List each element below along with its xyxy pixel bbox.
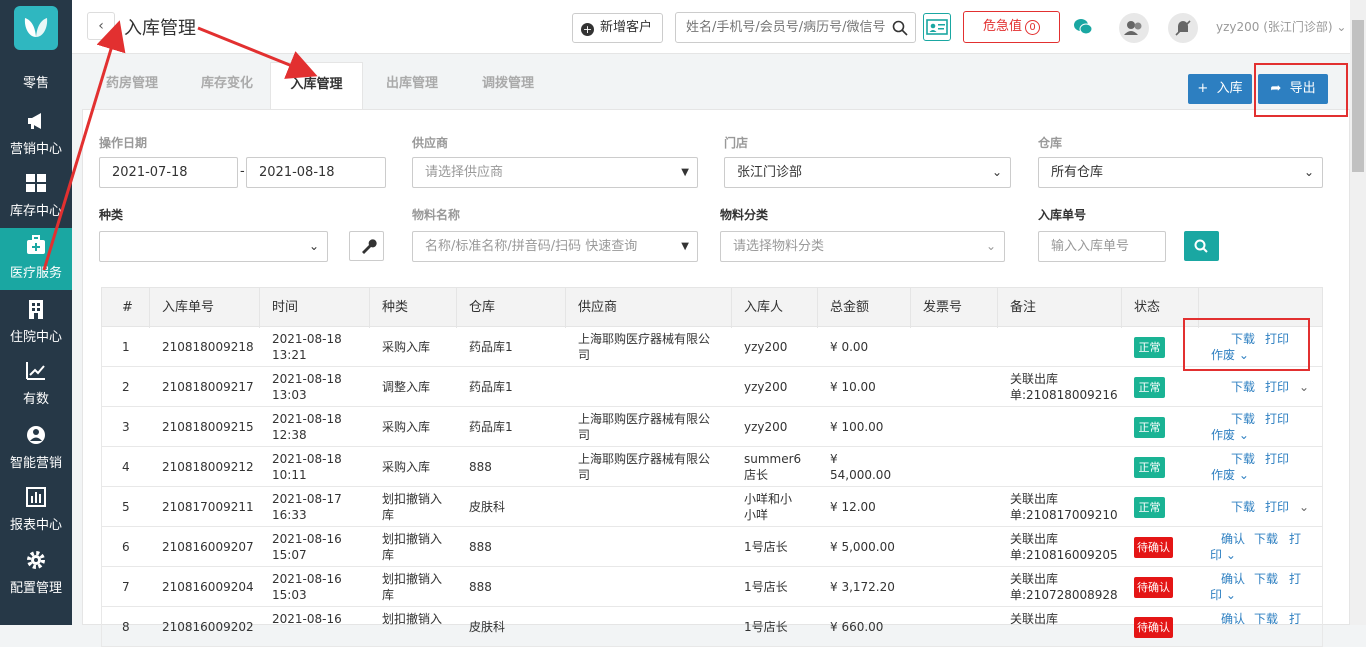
annotation-arrow-sidebar [42,20,126,271]
annotation-arrows [42,20,318,271]
scrollbar-thumb[interactable] [1352,20,1364,172]
page-scrollbar[interactable] [1350,0,1366,625]
annotation-arrow-tab [197,26,318,79]
